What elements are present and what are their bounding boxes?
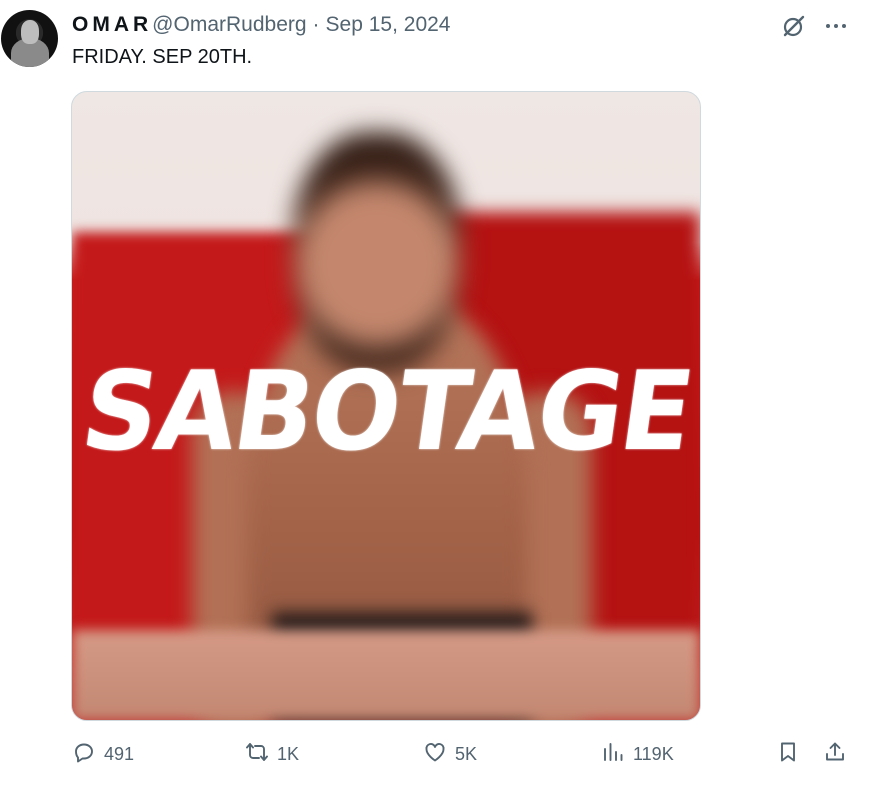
retweet-count: 1K (277, 743, 300, 764)
avatar-face (21, 20, 39, 44)
share-button[interactable] (823, 738, 847, 770)
reply-button[interactable]: 491 (72, 738, 134, 770)
views-icon (601, 740, 625, 769)
grok-icon[interactable] (781, 13, 807, 39)
views-count: 119K (633, 743, 674, 764)
heart-icon (423, 740, 447, 769)
cover-title: SABOTAGE (74, 346, 700, 476)
figure-legs (72, 630, 700, 720)
bookmark-button[interactable] (776, 738, 800, 770)
share-icon (823, 740, 847, 769)
bookmark-icon (776, 740, 800, 769)
tweet-media-image[interactable]: SABOTAGE (71, 91, 701, 721)
action-bar: 491 1K 5K 119K (0, 738, 873, 770)
tweet-date[interactable]: Sep 15, 2024 (326, 13, 451, 37)
retweet-icon (245, 740, 269, 769)
header-separator: · (312, 13, 320, 36)
figure-head (292, 132, 462, 372)
avatar[interactable] (1, 10, 58, 67)
author-name[interactable]: OMAR (72, 13, 152, 37)
retweet-button[interactable]: 1K (245, 738, 299, 770)
reply-icon (72, 740, 96, 769)
more-icon[interactable] (823, 13, 849, 39)
like-count: 5K (455, 743, 478, 764)
tweet: OMAR @OmarRudberg · Sep 15, 2024 FRIDAY.… (0, 0, 873, 785)
reply-count: 491 (104, 743, 135, 764)
like-button[interactable]: 5K (423, 738, 477, 770)
tweet-text: FRIDAY. SEP 20TH. (72, 46, 253, 68)
author-handle[interactable]: @OmarRudberg (152, 13, 306, 37)
views-button[interactable]: 119K (601, 738, 674, 770)
tweet-header: OMAR @OmarRudberg · Sep 15, 2024 (72, 12, 451, 38)
